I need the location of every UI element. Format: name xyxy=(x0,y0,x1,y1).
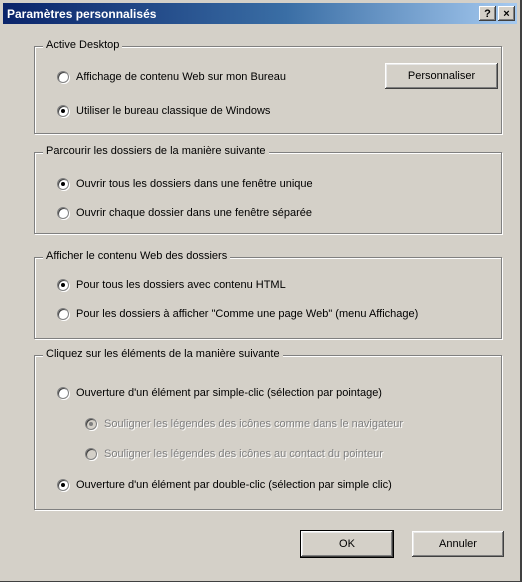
ok-button[interactable]: OK xyxy=(300,530,394,558)
radio-button[interactable] xyxy=(57,178,69,190)
radio-label: Pour les dossiers à afficher "Comme une … xyxy=(76,308,419,320)
radio-all-html-folders[interactable]: Pour tous les dossiers avec contenu HTML xyxy=(57,279,286,291)
radio-classic-desktop[interactable]: Utiliser le bureau classique de Windows xyxy=(57,105,270,117)
radio-button[interactable] xyxy=(57,387,69,399)
close-button[interactable]: × xyxy=(498,6,515,21)
radio-label: Affichage de contenu Web sur mon Bureau xyxy=(76,71,286,83)
group-click-items: Cliquez sur les éléments de la manière s… xyxy=(34,348,502,510)
radio-button[interactable] xyxy=(57,71,69,83)
radio-underline-hover[interactable]: Souligner les légendes des icônes au con… xyxy=(85,448,383,460)
help-button[interactable]: ? xyxy=(479,6,496,21)
radio-button[interactable] xyxy=(57,105,69,117)
radio-button[interactable] xyxy=(85,418,97,430)
radio-web-content-desktop[interactable]: Affichage de contenu Web sur mon Bureau xyxy=(57,71,286,83)
radio-same-window[interactable]: Ouvrir tous les dossiers dans une fenêtr… xyxy=(57,178,313,190)
cancel-button[interactable]: Annuler xyxy=(412,531,504,557)
radio-single-click[interactable]: Ouverture d'un élément par simple-clic (… xyxy=(57,387,382,399)
radio-label: Souligner les légendes des icônes comme … xyxy=(104,418,404,430)
radio-label: Ouverture d'un élément par double-clic (… xyxy=(76,479,392,491)
group-web-view: Afficher le contenu Web des dossiers Pou… xyxy=(34,250,502,339)
radio-label: Ouverture d'un élément par simple-clic (… xyxy=(76,387,382,399)
group-active-desktop-legend: Active Desktop xyxy=(43,39,123,51)
title-bar[interactable]: Paramètres personnalisés ? × xyxy=(3,3,517,24)
group-active-desktop: Active Desktop Affichage de contenu Web … xyxy=(34,39,502,134)
group-browse-folders-legend: Parcourir les dossiers de la manière sui… xyxy=(43,145,269,157)
radio-underline-browser[interactable]: Souligner les légendes des icônes comme … xyxy=(85,418,403,430)
radio-label: Souligner les légendes des icônes au con… xyxy=(104,448,383,460)
group-click-items-legend: Cliquez sur les éléments de la manière s… xyxy=(43,348,283,360)
radio-separate-window[interactable]: Ouvrir chaque dossier dans une fenêtre s… xyxy=(57,207,312,219)
radio-button[interactable] xyxy=(57,479,69,491)
group-web-view-legend: Afficher le contenu Web des dossiers xyxy=(43,250,231,262)
radio-button[interactable] xyxy=(85,448,97,460)
dialog-window: Paramètres personnalisés ? × Active Desk… xyxy=(0,0,522,582)
radio-label: Utiliser le bureau classique de Windows xyxy=(76,105,271,117)
radio-label: Ouvrir tous les dossiers dans une fenêtr… xyxy=(76,178,313,190)
radio-double-click[interactable]: Ouverture d'un élément par double-clic (… xyxy=(57,479,392,491)
group-browse-folders: Parcourir les dossiers de la manière sui… xyxy=(34,145,502,234)
radio-button[interactable] xyxy=(57,308,69,320)
radio-selected-folders[interactable]: Pour les dossiers à afficher "Comme une … xyxy=(57,308,418,320)
customize-button[interactable]: Personnaliser xyxy=(385,63,498,89)
radio-label: Ouvrir chaque dossier dans une fenêtre s… xyxy=(76,207,313,219)
radio-label: Pour tous les dossiers avec contenu HTML xyxy=(76,279,286,291)
window-title: Paramètres personnalisés xyxy=(7,6,157,21)
radio-button[interactable] xyxy=(57,279,69,291)
radio-button[interactable] xyxy=(57,207,69,219)
